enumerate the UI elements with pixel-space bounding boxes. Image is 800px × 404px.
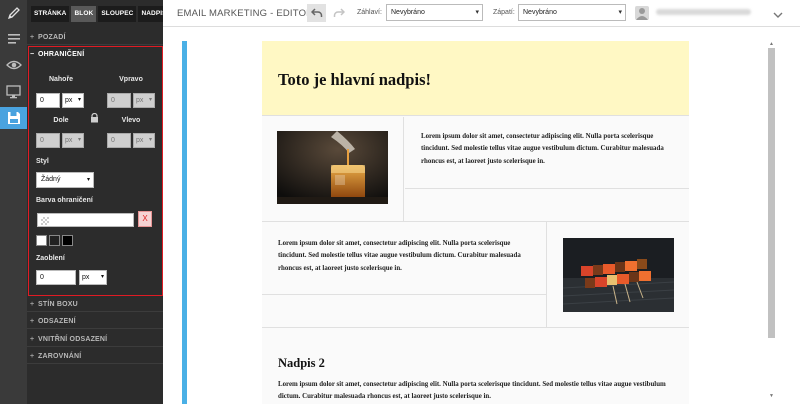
section-pozadi[interactable]: + POZADÍ bbox=[27, 30, 163, 45]
section-odsazeni[interactable]: + ODSAZENÍ bbox=[27, 314, 163, 329]
section-label: POZADÍ bbox=[38, 34, 66, 41]
app-title: EMAIL MARKETING - EDITOR bbox=[177, 8, 314, 19]
vertical-scrollbar[interactable]: ▲ ▼ bbox=[767, 41, 776, 404]
undo-button[interactable] bbox=[307, 4, 326, 22]
transparent-swatch bbox=[41, 217, 49, 225]
border-color-label: Barva ohraničení bbox=[36, 197, 93, 204]
border-left-unit[interactable]: px bbox=[133, 133, 155, 148]
radius-input[interactable]: 0 bbox=[36, 270, 76, 285]
scroll-down-icon[interactable]: ▼ bbox=[767, 393, 776, 399]
pencil-icon[interactable] bbox=[0, 2, 27, 24]
undo-icon bbox=[310, 8, 322, 17]
save-icon[interactable] bbox=[0, 107, 27, 129]
top-bar: EMAIL MARKETING - EDITOR Záhlaví: Nevybr… bbox=[163, 0, 800, 27]
section-label: OHRANIČENÍ bbox=[38, 51, 85, 58]
content-row-1[interactable]: Lorem ipsum dolor sit amet, consectetur … bbox=[262, 117, 689, 222]
border-bottom-label: Dole bbox=[53, 117, 69, 124]
paragraph-text[interactable]: Lorem ipsum dolor sit amet, consectetur … bbox=[421, 131, 675, 168]
expand-icon: + bbox=[30, 301, 35, 308]
content-row-3[interactable]: Nadpis 2 Lorem ipsum dolor sit amet, con… bbox=[262, 329, 689, 404]
style-label: Styl bbox=[36, 158, 49, 165]
radius-label: Zaoblení bbox=[36, 255, 65, 262]
paragraph-text[interactable]: Lorem ipsum dolor sit amet, consectetur … bbox=[278, 379, 678, 404]
content-row-2[interactable]: Lorem ipsum dolor sit amet, consectetur … bbox=[262, 222, 689, 328]
expand-icon: + bbox=[30, 34, 35, 41]
border-style-select[interactable]: Žádný bbox=[36, 172, 94, 188]
lock-icon[interactable] bbox=[90, 110, 99, 128]
selection-indicator bbox=[182, 41, 187, 404]
header-label: Záhlaví: bbox=[357, 9, 382, 16]
expand-icon: + bbox=[30, 336, 35, 343]
section-zarovnani[interactable]: + ZAROVNÁNÍ bbox=[27, 349, 163, 364]
border-top-input[interactable]: 0 bbox=[36, 93, 60, 108]
radius-unit-select[interactable]: px bbox=[79, 270, 107, 285]
section-stin-boxu[interactable]: + STÍN BOXU bbox=[27, 297, 163, 312]
paragraph-text[interactable]: Lorem ipsum dolor sit amet, consectetur … bbox=[278, 238, 532, 275]
border-right-unit[interactable]: px bbox=[133, 93, 155, 108]
expand-icon: + bbox=[30, 318, 35, 325]
image-column[interactable] bbox=[262, 117, 404, 222]
eye-icon[interactable] bbox=[0, 54, 27, 76]
clear-color-button[interactable]: X bbox=[138, 211, 152, 227]
section-label: ODSAZENÍ bbox=[38, 318, 76, 325]
monitor-icon[interactable] bbox=[0, 81, 27, 103]
border-top-label: Nahoře bbox=[48, 76, 74, 83]
border-top-unit[interactable]: px bbox=[62, 93, 84, 108]
footer-label: Zápatí: bbox=[493, 9, 515, 16]
heading-block[interactable]: Toto je hlavní nadpis! bbox=[262, 41, 689, 116]
footer-select[interactable]: Nevybráno bbox=[518, 4, 626, 21]
tab-blok[interactable]: BLOK bbox=[71, 5, 97, 22]
text-column[interactable]: Lorem ipsum dolor sit amet, consectetur … bbox=[405, 117, 689, 189]
preset-color-dark[interactable] bbox=[49, 235, 60, 246]
user-name-blurred[interactable] bbox=[656, 9, 751, 15]
header-select[interactable]: Nevybráno bbox=[386, 4, 483, 21]
heading-2[interactable]: Nadpis 2 bbox=[278, 356, 325, 371]
border-color-input[interactable] bbox=[37, 213, 134, 227]
grilled-skewers-image[interactable] bbox=[563, 238, 674, 312]
preset-color-black[interactable] bbox=[62, 235, 73, 246]
menu-icon[interactable] bbox=[0, 28, 27, 50]
border-right-input[interactable]: 0 bbox=[107, 93, 131, 108]
image-column[interactable] bbox=[546, 222, 689, 328]
border-bottom-input[interactable]: 0 bbox=[36, 133, 60, 148]
main-heading[interactable]: Toto je hlavní nadpis! bbox=[278, 70, 431, 90]
section-ohraniceni: −OHRANIČENÍ Nahoře Vpravo 0 px 0 px Dole… bbox=[28, 46, 163, 296]
preset-color-white[interactable] bbox=[36, 235, 47, 246]
section-vnitrni-odsazeni[interactable]: + VNITŘNÍ ODSAZENÍ bbox=[27, 332, 163, 347]
tab-sloupec[interactable]: SLOUPEC bbox=[98, 5, 137, 22]
section-label: ZAROVNÁNÍ bbox=[38, 353, 82, 360]
redo-icon bbox=[333, 8, 345, 17]
left-toolbar bbox=[0, 0, 27, 404]
expand-icon: + bbox=[30, 353, 35, 360]
section-ohraniceni-header[interactable]: − OHRANIČENÍ bbox=[30, 51, 84, 58]
whiskey-glass-image[interactable] bbox=[277, 131, 388, 204]
border-right-label: Vpravo bbox=[119, 76, 143, 83]
chevron-down-icon[interactable] bbox=[773, 7, 783, 25]
border-left-label: Vlevo bbox=[121, 117, 141, 124]
section-label: STÍN BOXU bbox=[38, 301, 78, 308]
border-left-input[interactable]: 0 bbox=[107, 133, 131, 148]
collapse-icon: − bbox=[30, 51, 35, 58]
redo-button[interactable] bbox=[329, 4, 348, 22]
scrollbar-thumb[interactable] bbox=[768, 48, 775, 338]
user-avatar-icon[interactable] bbox=[635, 6, 649, 20]
text-column[interactable]: Lorem ipsum dolor sit amet, consectetur … bbox=[262, 222, 546, 295]
tab-stranka[interactable]: STRÁNKA bbox=[31, 5, 70, 22]
scroll-up-icon[interactable]: ▲ bbox=[767, 41, 776, 47]
section-label: VNITŘNÍ ODSAZENÍ bbox=[38, 336, 108, 343]
email-template: Toto je hlavní nadpis! Lorem ipsum dolor… bbox=[262, 41, 689, 404]
editor-canvas: Toto je hlavní nadpis! Lorem ipsum dolor… bbox=[163, 27, 800, 404]
panel-tabs: STRÁNKA BLOK SLOUPEC NADPIS bbox=[27, 0, 170, 27]
border-bottom-unit[interactable]: px bbox=[62, 133, 84, 148]
